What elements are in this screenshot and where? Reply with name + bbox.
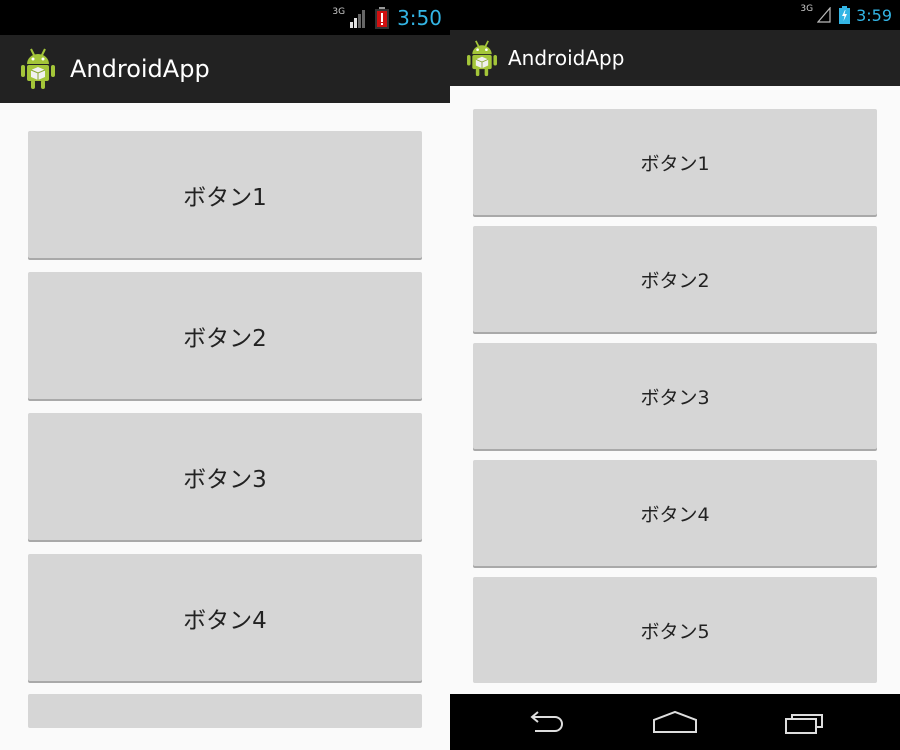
back-button[interactable] — [505, 694, 585, 750]
app-title: AndroidApp — [70, 55, 210, 83]
button-list: ボタン1 ボタン2 ボタン3 ボタン4 ボタン5 — [450, 86, 900, 694]
android-app-icon[interactable] — [466, 39, 498, 77]
android-app-icon[interactable] — [20, 48, 56, 90]
status-bar: 3G 3:50 — [0, 0, 450, 35]
button-3[interactable]: ボタン3 — [473, 343, 877, 449]
button-1[interactable]: ボタン1 — [28, 131, 422, 258]
button-3[interactable]: ボタン3 — [28, 413, 422, 540]
button-2[interactable]: ボタン2 — [28, 272, 422, 399]
left-screen: 3G 3:50 AndroidApp ボタン1 ボタン2 ボタン3 ボタン4 — [0, 0, 450, 750]
battery-alert-icon — [375, 6, 390, 29]
home-button[interactable] — [635, 694, 715, 750]
status-bar: 3G 3:59 — [450, 0, 900, 30]
button-list: ボタン1 ボタン2 ボタン3 ボタン4 — [0, 103, 450, 750]
network-type-label: 3G — [332, 6, 346, 17]
status-time: 3:59 — [856, 5, 892, 25]
battery-charging-icon — [839, 6, 851, 24]
navigation-bar — [450, 694, 900, 750]
button-5[interactable]: ボタン5 — [473, 577, 877, 683]
status-time: 3:50 — [397, 5, 442, 30]
signal-icon — [350, 9, 366, 28]
right-screen: 3G 3:59 AndroidApp ボタン1 ボタン2 ボタン3 ボタン4 ボ… — [450, 0, 900, 750]
recent-apps-button[interactable] — [765, 694, 845, 750]
button-1[interactable]: ボタン1 — [473, 109, 877, 215]
button-4[interactable]: ボタン4 — [473, 460, 877, 566]
recent-apps-icon — [785, 714, 823, 734]
action-bar: AndroidApp — [450, 30, 900, 86]
button-2[interactable]: ボタン2 — [473, 226, 877, 332]
action-bar: AndroidApp — [0, 35, 450, 103]
app-title: AndroidApp — [508, 46, 625, 70]
signal-icon — [817, 7, 831, 23]
button-5-partial[interactable] — [28, 694, 422, 728]
home-icon — [653, 710, 697, 733]
button-4[interactable]: ボタン4 — [28, 554, 422, 681]
network-type-label: 3G — [800, 4, 814, 14]
back-icon — [530, 711, 563, 732]
